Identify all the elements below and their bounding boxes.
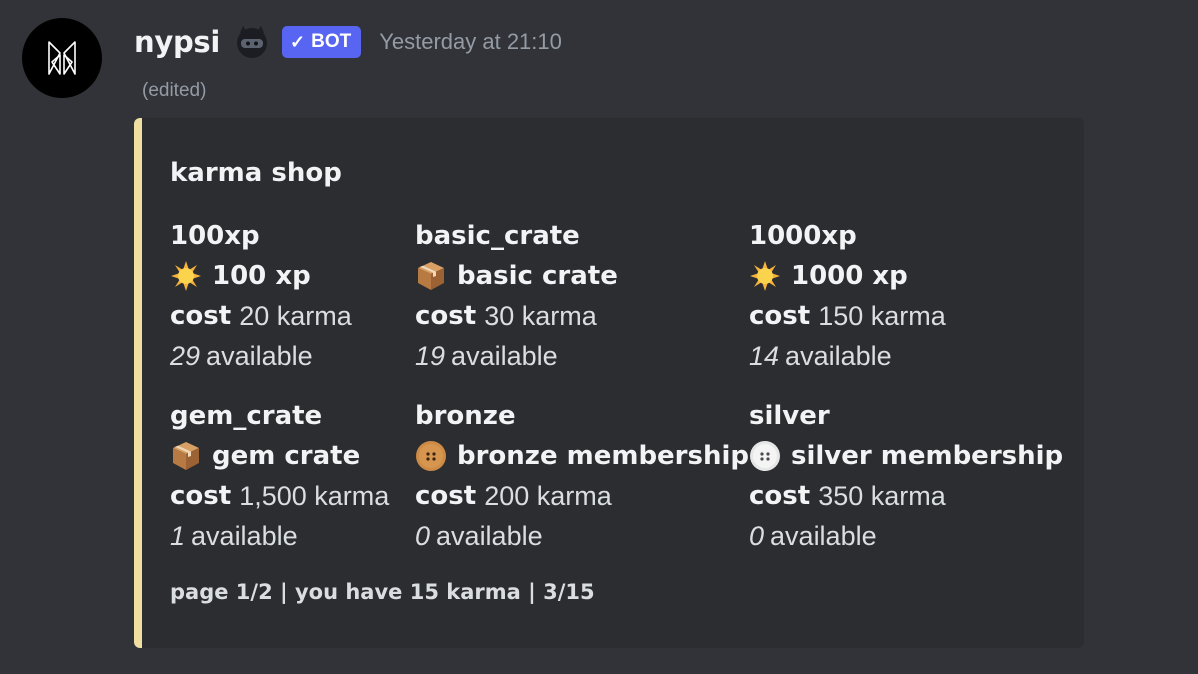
available-count: 19	[415, 341, 446, 371]
shop-field-silver: silver silver membership cost 350 karma …	[749, 396, 1063, 556]
author-name[interactable]: nypsi	[134, 25, 220, 59]
item-name: basic crate	[457, 261, 618, 291]
package-icon	[415, 260, 447, 292]
shop-field-100xp: 100xp 100 xp cost 20 karma 29 available	[170, 216, 352, 376]
edited-indicator: (edited)	[142, 80, 207, 101]
shop-embed: karma shop 100xp 100 xp cost 20 karma 29…	[134, 118, 1084, 648]
bot-message: nypsi ✓ BOT Yesterday at 21:10 (edited) …	[0, 0, 1198, 674]
cost-value: 1,500 karma	[239, 481, 390, 511]
available-label: available	[785, 341, 892, 371]
cost-value: 30 karma	[484, 301, 597, 331]
bot-tag: ✓ BOT	[282, 26, 362, 58]
embed-title: karma shop	[170, 158, 342, 188]
bot-tag-label: BOT	[311, 31, 352, 52]
shop-field-gem-crate: gem_crate gem crate cost 1,500 karma 1 a…	[170, 396, 389, 556]
available-label: available	[770, 521, 877, 551]
cost-label: cost	[749, 301, 811, 331]
timestamp[interactable]: Yesterday at 21:10	[379, 29, 562, 55]
cost-value: 200 karma	[484, 481, 612, 511]
field-name: bronze	[415, 401, 516, 431]
sun-icon	[170, 260, 202, 292]
field-name: silver	[749, 401, 830, 431]
item-name: gem crate	[212, 441, 361, 471]
field-name: basic_crate	[415, 221, 580, 251]
available-count: 1	[170, 521, 186, 551]
cost-label: cost	[170, 301, 232, 331]
available-label: available	[436, 521, 543, 551]
cost-label: cost	[749, 481, 811, 511]
checkmark-icon: ✓	[290, 31, 306, 52]
item-name: bronze membership	[457, 441, 750, 471]
sun-icon	[749, 260, 781, 292]
shop-field-basic-crate: basic_crate basic crate cost 30 karma 19…	[415, 216, 618, 376]
cost-value: 350 karma	[818, 481, 946, 511]
available-count: 0	[415, 521, 431, 551]
silver-coin-icon	[749, 440, 781, 472]
available-label: available	[191, 521, 298, 551]
item-name: silver membership	[791, 441, 1064, 471]
cost-value: 150 karma	[818, 301, 946, 331]
available-count: 0	[749, 521, 765, 551]
package-icon	[170, 440, 202, 472]
available-count: 29	[170, 341, 201, 371]
embed-accent-bar	[134, 118, 142, 648]
shop-field-1000xp: 1000xp 1000 xp cost 150 karma 14 availab…	[749, 216, 946, 376]
available-label: available	[451, 341, 558, 371]
field-name: 100xp	[170, 221, 260, 251]
field-name: gem_crate	[170, 401, 323, 431]
cost-label: cost	[415, 301, 477, 331]
ninja-role-icon[interactable]	[232, 22, 272, 62]
avatar[interactable]	[22, 18, 102, 98]
available-count: 14	[749, 341, 780, 371]
bronze-coin-icon	[415, 440, 447, 472]
embed-footer: page 1/2 | you have 15 karma | 3/15	[170, 580, 595, 604]
cost-label: cost	[170, 481, 232, 511]
cost-label: cost	[415, 481, 477, 511]
available-label: available	[206, 341, 313, 371]
shop-field-bronze: bronze bronze membership cost 200 karma …	[415, 396, 749, 556]
message-header: nypsi ✓ BOT Yesterday at 21:10	[134, 20, 562, 64]
item-name: 100 xp	[212, 261, 311, 291]
cost-value: 20 karma	[239, 301, 352, 331]
item-name: 1000 xp	[791, 261, 908, 291]
nypsi-logo-icon	[48, 41, 76, 75]
field-name: 1000xp	[749, 221, 857, 251]
